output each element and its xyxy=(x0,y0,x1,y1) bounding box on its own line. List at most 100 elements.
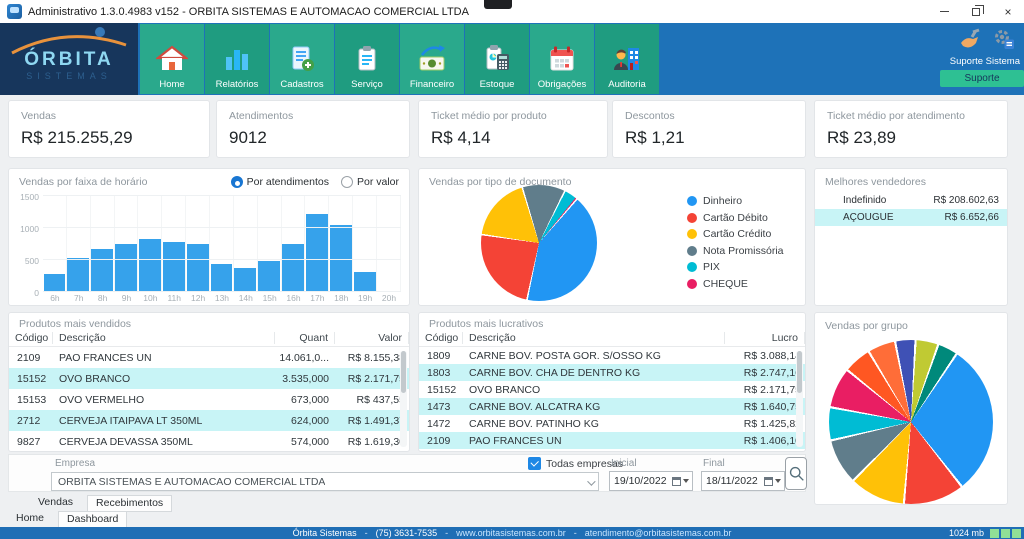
product-row[interactable]: 15152 OVO BRANCO R$ 2.171,75 xyxy=(419,381,805,398)
doc-type-legend: Dinheiro Cartão Débito Cartão Crédito No… xyxy=(687,193,784,292)
inicial-date-input[interactable]: 19/10/2022 xyxy=(609,471,693,491)
nav-estoque[interactable]: Estoque xyxy=(465,24,529,94)
hourly-bar-chart: 050010001500 xyxy=(17,195,401,291)
empresa-label: Empresa xyxy=(55,458,95,469)
memory-block-icon xyxy=(990,529,999,538)
legend-pix[interactable]: PIX xyxy=(687,259,784,276)
bar-11h[interactable] xyxy=(162,195,186,291)
descricao-cell: OVO BRANCO xyxy=(463,384,719,396)
products-sold-panel: Produtos mais vendidos CódigoDescriçãoQu… xyxy=(8,312,410,452)
product-row[interactable]: 1473 CARNE BOV. ALCATRA KG R$ 1.640,75 xyxy=(419,398,805,415)
legend-cartao-debito[interactable]: Cartão Débito xyxy=(687,210,784,227)
dashboard-area: Vendas R$ 215.255,29 Atendimentos 9012 T… xyxy=(0,95,1024,527)
tab-vendas[interactable]: Vendas xyxy=(30,495,81,512)
bar-13h[interactable] xyxy=(210,195,234,291)
column-header-lucro[interactable]: Lucro xyxy=(725,332,805,344)
bar-chart-icon xyxy=(221,43,253,75)
column-header-codigo[interactable]: Código xyxy=(419,332,463,344)
footer-website-link[interactable]: www.orbitasistemas.com.br xyxy=(456,528,566,538)
final-label: Final xyxy=(703,458,725,469)
column-header-codigo[interactable]: Código xyxy=(9,332,53,344)
brand-subtitle: SISTEMAS xyxy=(0,71,138,81)
seller-row[interactable]: IndefinidoR$ 208.602,63 xyxy=(815,192,1007,209)
sales-by-group-pie[interactable] xyxy=(829,340,993,504)
product-row[interactable]: 1472 CARNE BOV. PATINHO KG R$ 1.425,82 xyxy=(419,415,805,432)
tab-recebimentos[interactable]: Recebimentos xyxy=(87,495,172,512)
nav-home[interactable]: Home xyxy=(140,24,204,94)
legend-nota-promissoria[interactable]: Nota Promissória xyxy=(687,243,784,260)
footer-email-link[interactable]: atendimento@orbitasistemas.com.br xyxy=(585,528,732,538)
kpi-card-descontos: Descontos R$ 1,21 xyxy=(612,100,806,158)
radio-por-atendimentos[interactable]: Por atendimentos xyxy=(231,176,329,188)
codigo-cell: 2109 xyxy=(9,352,53,364)
bar-6h[interactable] xyxy=(43,195,67,291)
close-button[interactable]: × xyxy=(992,0,1024,23)
bar-19h[interactable] xyxy=(353,195,377,291)
bar-17h[interactable] xyxy=(305,195,329,291)
radio-por-valor[interactable]: Por valor xyxy=(341,176,399,188)
bar-15h[interactable] xyxy=(258,195,282,291)
restore-button[interactable] xyxy=(960,0,992,23)
minimize-button[interactable] xyxy=(928,0,960,23)
product-row[interactable]: 9827 CERVEJA DEVASSA 350ML 574,000 R$ 1.… xyxy=(9,431,409,452)
nav-auditoria[interactable]: Auditoria xyxy=(595,24,659,94)
column-header-quant[interactable]: Quant xyxy=(275,332,335,344)
nav-relatorios[interactable]: Relatórios xyxy=(205,24,269,94)
product-row[interactable]: 15152 OVO BRANCO 3.535,000 R$ 2.171,75 xyxy=(9,368,409,389)
codigo-cell: 2109 xyxy=(419,435,463,447)
gridline xyxy=(43,259,401,260)
product-row[interactable]: 15153 OVO VERMELHO 673,000 R$ 437,55 xyxy=(9,389,409,410)
bar-16h[interactable] xyxy=(282,195,306,291)
tab-home[interactable]: Home xyxy=(8,511,52,528)
todas-empresas-checkbox[interactable]: Todas empresas xyxy=(528,457,623,470)
product-row[interactable]: 1803 CARNE BOV. CHA DE DENTRO KG R$ 2.74… xyxy=(419,364,805,381)
bar-18h[interactable] xyxy=(329,195,353,291)
x-tick: 19h xyxy=(353,293,377,303)
tab-dashboard[interactable]: Dashboard xyxy=(58,511,127,528)
empresa-combobox[interactable]: ORBITA SISTEMAS E AUTOMACAO COMERCIAL LT… xyxy=(51,472,599,491)
bar-14h[interactable] xyxy=(234,195,258,291)
codigo-cell: 15152 xyxy=(9,373,53,385)
bar-9h[interactable] xyxy=(115,195,139,291)
product-row[interactable]: 2109 PAO FRANCES UN 14.061,0... R$ 8.155… xyxy=(9,347,409,368)
nav-cadastros[interactable]: Cadastros xyxy=(270,24,334,94)
products-profit-scrollbar[interactable] xyxy=(796,351,803,447)
product-row[interactable]: 2712 CERVEJA ITAIPAVA LT 350ML 624,000 R… xyxy=(9,410,409,431)
column-header-valor[interactable]: Valor xyxy=(335,332,409,344)
bar-20h[interactable] xyxy=(377,195,401,291)
seller-value: R$ 208.602,63 xyxy=(933,195,999,206)
codigo-cell: 2712 xyxy=(9,415,53,427)
legend-label: Nota Promissória xyxy=(703,245,784,257)
bar-12h[interactable] xyxy=(186,195,210,291)
doc-type-pie[interactable] xyxy=(481,185,597,301)
search-button[interactable] xyxy=(785,457,807,490)
nav-obrigacoes[interactable]: Obrigações xyxy=(530,24,594,94)
products-sold-scrollbar[interactable] xyxy=(400,351,407,447)
magnifier-icon xyxy=(788,465,805,482)
column-header-descricao[interactable]: Descrição xyxy=(53,332,275,344)
gear-icon[interactable] xyxy=(992,28,1016,57)
kpi-label: Ticket médio por atendimento xyxy=(827,110,995,122)
sub-tabs: Vendas Recebimentos xyxy=(30,495,172,512)
nav-financeiro[interactable]: Financeiro xyxy=(400,24,464,94)
radio-label: Por atendimentos xyxy=(247,176,329,188)
legend-dinheiro[interactable]: Dinheiro xyxy=(687,193,784,210)
product-row[interactable]: 2109 PAO FRANCES UN R$ 1.406,10 xyxy=(419,432,805,449)
scroll-thumb[interactable] xyxy=(797,351,802,393)
suporte-button[interactable]: Suporte xyxy=(940,70,1024,87)
legend-cheque[interactable]: CHEQUE xyxy=(687,276,784,293)
nav-servico[interactable]: Serviço xyxy=(335,24,399,94)
brand-name: ÓRBITA xyxy=(0,49,138,71)
kpi-label: Ticket médio por produto xyxy=(431,110,595,122)
bar-10h[interactable] xyxy=(138,195,162,291)
bar-7h[interactable] xyxy=(67,195,91,291)
scroll-thumb[interactable] xyxy=(401,351,406,393)
final-date-input[interactable]: 18/11/2022 xyxy=(701,471,785,491)
product-row[interactable]: 1809 CARNE BOV. POSTA GOR. S/OSSO KG R$ … xyxy=(419,347,805,364)
descricao-cell: CARNE BOV. ALCATRA KG xyxy=(463,401,719,413)
support-hand-icon[interactable] xyxy=(958,28,982,57)
column-header-descricao[interactable]: Descrição xyxy=(463,332,725,344)
seller-row[interactable]: AÇOUGUER$ 6.652,66 xyxy=(815,209,1007,226)
legend-cartao-credito[interactable]: Cartão Crédito xyxy=(687,226,784,243)
bar-8h[interactable] xyxy=(91,195,115,291)
